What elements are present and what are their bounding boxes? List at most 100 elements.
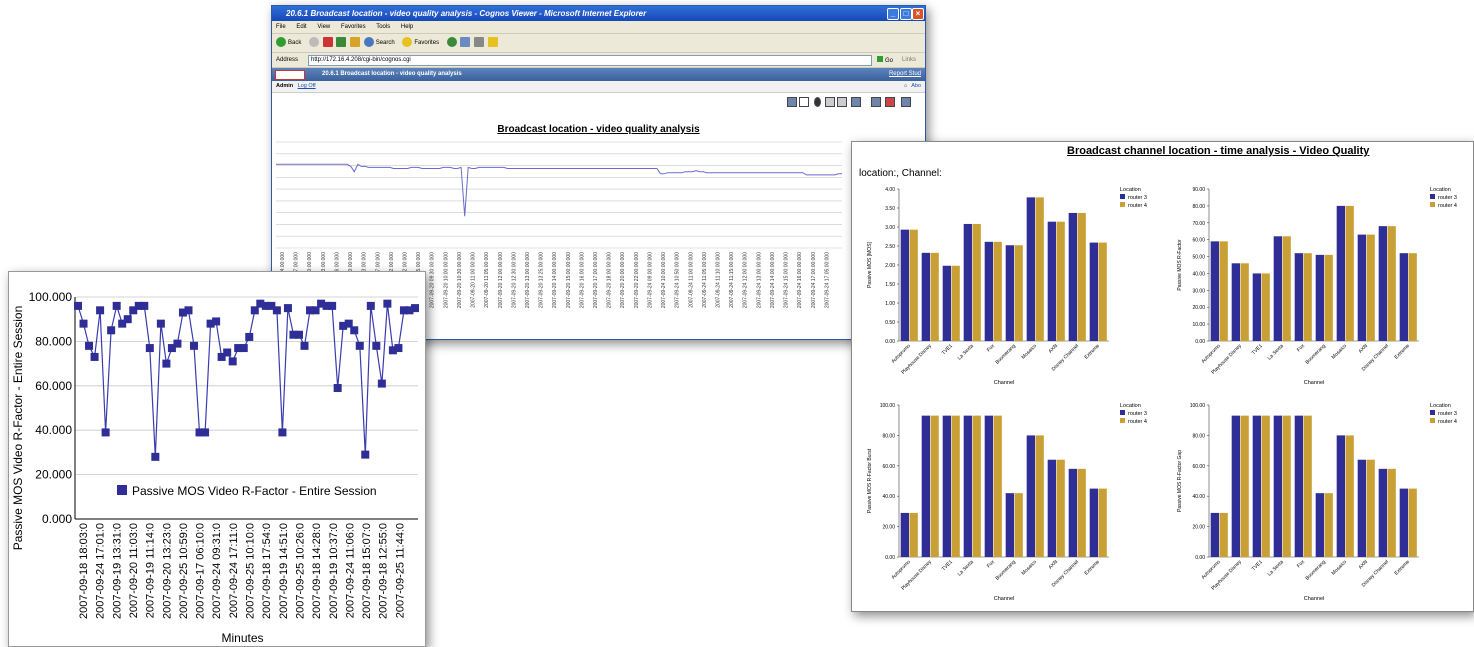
logoff-link[interactable]: Log Off: [298, 83, 316, 89]
left-data-point: [355, 341, 364, 350]
bar: [984, 241, 993, 341]
home-icon[interactable]: [350, 37, 361, 48]
user-name: Admin: [276, 83, 294, 89]
bar-category-label: Extreme: [1394, 343, 1412, 361]
bar: [1294, 253, 1303, 341]
email-icon[interactable]: [799, 97, 809, 107]
bar: [993, 241, 1002, 341]
bar-category-label: Autopromo: [890, 343, 912, 365]
bar: [1357, 459, 1366, 557]
bar-legend-label: router 3: [1128, 411, 1147, 417]
pdf-icon[interactable]: [885, 97, 895, 107]
stop-icon[interactable]: [322, 37, 333, 48]
left-data-point: [328, 301, 337, 310]
bar-category-label: TVE1: [941, 343, 954, 356]
bar: [921, 415, 930, 557]
menu-edit[interactable]: Edit: [296, 24, 306, 30]
address-input[interactable]: http://172.16.4.208/cgi-bin/cognos.cgi: [308, 55, 872, 66]
left-x-tick-label: 2007-09-17 06:10:0: [195, 523, 207, 619]
chart-view-icon[interactable]: [871, 97, 881, 107]
bar-y-tick-label: 4.00: [885, 187, 895, 193]
run-icon[interactable]: [814, 97, 821, 107]
left-data-point: [411, 304, 419, 313]
cognos-logo-icon: [275, 70, 305, 80]
bar-y-tick-label: 80.00: [882, 433, 895, 439]
window-title: 20.6.1 Broadcast location - video qualit…: [286, 9, 647, 18]
history-icon[interactable]: [446, 37, 457, 48]
print-icon[interactable]: [474, 37, 485, 48]
bar-category-label: Extreme: [1084, 343, 1102, 361]
left-x-tick-label: 2007-09-25 10:10:0: [245, 523, 257, 619]
bar-category-label: Extreme: [1394, 559, 1412, 577]
r-factor-line-chart-panel: 0.000 20.000 40.000 60.000 80.000 100.000 Pass…: [8, 271, 426, 647]
refresh-icon[interactable]: [336, 37, 347, 48]
left-x-tick-label: 2007-09-24 09:31:0: [211, 523, 223, 619]
menu-help[interactable]: Help: [401, 24, 413, 30]
options-icon[interactable]: [901, 97, 911, 107]
bar: [1240, 415, 1249, 557]
bar-legend-title: Location: [1120, 187, 1141, 193]
menu-tools[interactable]: Tools: [376, 24, 390, 30]
bar-category-label: Extreme: [1084, 559, 1102, 577]
bar: [1345, 435, 1354, 557]
back-icon[interactable]: [276, 37, 286, 48]
close-button[interactable]: ×: [912, 8, 924, 20]
menu-file[interactable]: File: [276, 24, 286, 30]
bar-legend-swatch: [1120, 410, 1125, 415]
bar: [1014, 493, 1023, 557]
browser-x-tick-label: 2007-09-24 10:00:00:000: [661, 252, 667, 308]
go-button[interactable]: Go: [877, 54, 893, 68]
left-data-point: [162, 359, 171, 368]
back-button[interactable]: Back: [288, 40, 301, 46]
bar: [1026, 197, 1035, 341]
menu-view[interactable]: View: [317, 24, 330, 30]
report-studio-link[interactable]: Report Stud: [889, 68, 921, 81]
search-icon[interactable]: [363, 37, 374, 48]
bar: [1077, 468, 1086, 557]
mail-icon[interactable]: [460, 37, 471, 48]
bar: [1219, 241, 1228, 341]
bar-legend-swatch: [1430, 418, 1435, 423]
bar: [1035, 197, 1044, 341]
bar: [1366, 459, 1375, 557]
browser-x-tick-label: 2007-09-24 12:00:00:000: [743, 252, 749, 308]
drill-down-icon[interactable]: [825, 97, 835, 107]
bar-chart-r-factor-burst: 0.00 20.00 40.00 60.00 80.00 100.00 Autopromo P…: [867, 403, 1147, 602]
bar-y-axis-title: Passive MOS R-Factor: [1177, 239, 1183, 290]
bar-y-axis-title: Passive MOS [MOS]: [867, 241, 873, 287]
left-data-point: [239, 344, 248, 353]
bar: [1315, 254, 1324, 341]
browser-series-line: [276, 163, 842, 217]
bar: [1399, 488, 1408, 557]
bar-category-label: TVE1: [1251, 559, 1264, 572]
forward-icon[interactable]: [309, 37, 320, 48]
bar-category-label: Fox: [1296, 559, 1306, 569]
favorites-button[interactable]: Favorites: [414, 40, 439, 46]
search-button[interactable]: Search: [376, 40, 395, 46]
left-x-tick-label: 2007-09-18 14:28:0: [311, 523, 323, 619]
menu-favorites[interactable]: Favorites: [341, 24, 366, 30]
maximize-button[interactable]: □: [900, 8, 912, 20]
favorites-star-icon[interactable]: [402, 37, 413, 48]
bar-x-axis-title: Channel: [994, 380, 1015, 386]
links-label[interactable]: Links: [902, 53, 916, 67]
bar-y-tick-label: 20.00: [1192, 305, 1205, 311]
left-data-point: [366, 301, 375, 310]
browser-x-tick-label: 2007-09-20 16:00:00:000: [579, 252, 585, 308]
left-y-tick-label: 100.000: [29, 290, 73, 304]
bar: [1047, 459, 1056, 557]
bar-category-label: La Sexta: [957, 343, 975, 361]
left-data-point: [350, 326, 359, 335]
bar: [1378, 226, 1387, 341]
about-link[interactable]: ⌂ Abo: [904, 81, 921, 92]
format-icon[interactable]: [851, 97, 861, 107]
bar: [1408, 253, 1417, 341]
save-icon[interactable]: [787, 97, 797, 107]
minimize-button[interactable]: _: [887, 8, 899, 20]
folder-icon[interactable]: [487, 37, 498, 48]
browser-x-tick-label: 2007-09-20 09:30:00:000: [430, 252, 436, 308]
bar-category-label: Boomerang: [994, 343, 1017, 366]
bar-y-tick-label: 60.00: [1192, 464, 1205, 470]
browser-x-tick-label: 2007-09-24 11:15:00:000: [729, 252, 735, 308]
drill-up-icon[interactable]: [837, 97, 847, 107]
